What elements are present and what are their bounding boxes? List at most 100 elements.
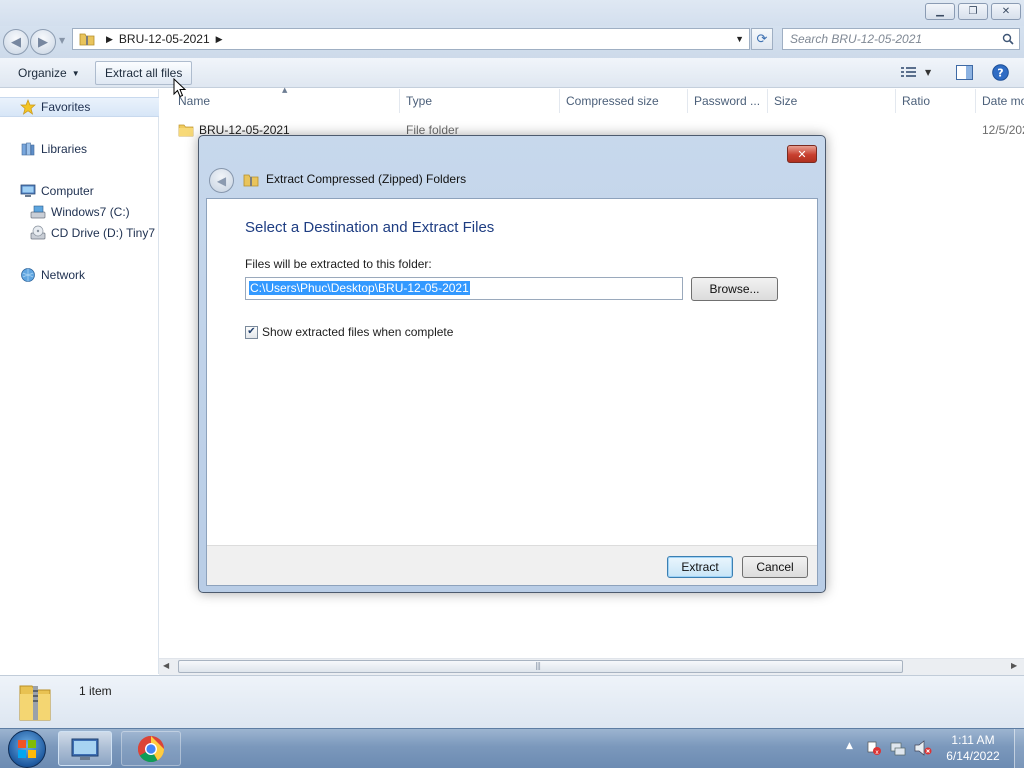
computer-icon <box>20 184 36 197</box>
zip-folder-icon <box>243 174 259 187</box>
libraries-icon <box>21 142 35 156</box>
show-hidden-icons-button[interactable]: ▲ <box>846 741 853 751</box>
close-icon: ✕ <box>1001 5 1011 17</box>
clock-time: 1:11 AM <box>951 733 995 747</box>
nav-drive-d-label: CD Drive (D:) Tiny7 <box>51 226 156 240</box>
taskbar-chrome-button[interactable] <box>121 731 181 766</box>
address-dropdown-icon[interactable]: ▼ <box>735 34 744 44</box>
column-header-ratio[interactable]: Ratio <box>896 89 976 113</box>
nav-drive-d[interactable]: CD Drive (D:) Tiny7 <box>0 223 159 243</box>
nav-network[interactable]: Network <box>0 265 159 285</box>
extract-label: Extract <box>681 560 719 574</box>
nav-libraries[interactable]: Libraries <box>0 139 159 159</box>
dialog-footer: Extract Cancel <box>207 545 817 585</box>
address-bar[interactable]: ▶ BRU-12-05-2021 ▶ ▼ <box>72 28 750 50</box>
search-input[interactable]: Search BRU-12-05-2021 <box>782 28 1020 50</box>
chrome-icon <box>137 735 165 762</box>
column-date-label: Date mo <box>982 94 1024 108</box>
back-button[interactable]: ◀ <box>3 29 29 55</box>
forward-arrow-icon: ▶ <box>38 34 48 50</box>
dialog-title: Extract Compressed (Zipped) Folders <box>266 172 467 186</box>
zip-folder-icon <box>19 685 51 721</box>
action-center-icon[interactable]: x <box>866 740 882 756</box>
refresh-button[interactable]: ⟳ <box>751 28 773 50</box>
window-title-bar: ▁ ❐ ✕ <box>0 0 1024 26</box>
dialog-close-button[interactable]: ✕ <box>787 145 817 163</box>
network-status-icon[interactable] <box>890 740 906 756</box>
svg-text:?: ? <box>997 67 1003 80</box>
refresh-icon: ⟳ <box>756 31 768 47</box>
scrollbar-thumb[interactable] <box>178 660 903 673</box>
taskbar: ▲ x 1:11 AM 6/14/2022 <box>0 728 1024 768</box>
nav-computer[interactable]: Computer <box>0 181 159 201</box>
nav-favorites[interactable]: Favorites <box>0 97 159 117</box>
scroll-right-arrow[interactable]: ▶ <box>1011 661 1017 670</box>
show-extracted-files-option[interactable]: ✔ Show extracted files when complete <box>245 325 453 339</box>
star-icon <box>20 99 36 115</box>
column-type-label: Type <box>406 94 433 108</box>
column-header-date-modified[interactable]: Date mo <box>976 89 1024 113</box>
address-row: ◀ ▶ ▼ ▶ BRU-12-05-2021 ▶ ▼ ⟳ Search BRU-… <box>0 26 1024 58</box>
volume-muted-icon[interactable] <box>914 740 932 756</box>
network-icon <box>21 268 35 282</box>
thumb-grip-icon: ||| <box>535 661 541 670</box>
destination-label: Files will be extracted to this folder: <box>245 257 432 271</box>
taskbar-explorer-button[interactable] <box>58 731 112 766</box>
organize-button[interactable]: Organize ▼ <box>9 61 89 85</box>
explorer-icon <box>71 738 99 760</box>
recent-pages-dropdown[interactable]: ▼ <box>59 36 65 45</box>
column-ratio-label: Ratio <box>902 94 931 108</box>
forward-button[interactable]: ▶ <box>30 29 56 55</box>
back-arrow-icon: ◀ <box>11 34 21 50</box>
hard-drive-icon <box>30 205 46 219</box>
clock-date: 6/14/2022 <box>946 749 1000 763</box>
clock[interactable]: 1:11 AM 6/14/2022 <box>936 732 1010 764</box>
svg-text:x: x <box>875 749 879 756</box>
breadcrumb-separator-icon: ▶ <box>106 33 113 44</box>
browse-label: Browse... <box>709 282 760 296</box>
item-count: 1 item <box>79 684 112 698</box>
breadcrumb-current[interactable]: BRU-12-05-2021 <box>119 32 210 46</box>
dialog-content: Select a Destination and Extract Files F… <box>206 198 818 586</box>
start-button[interactable] <box>8 730 46 768</box>
windows-start-icon <box>18 740 36 758</box>
destination-path-input[interactable]: C:\Users\Phuc\Desktop\BRU-12-05-2021 <box>245 277 683 300</box>
restore-button[interactable]: ❐ <box>958 3 988 20</box>
extract-all-label: Extract all files <box>105 66 183 80</box>
dialog-heading: Select a Destination and Extract Files <box>245 219 495 236</box>
column-header-size[interactable]: Size <box>768 89 896 113</box>
details-pane: 1 item <box>0 675 1024 728</box>
show-desktop-button[interactable] <box>1014 729 1024 768</box>
change-view-button[interactable]: ▼ <box>901 66 931 78</box>
sort-up-icon: ▲ <box>282 86 288 94</box>
dialog-back-button[interactable]: ◀ <box>209 168 234 193</box>
preview-pane-icon[interactable] <box>956 65 973 80</box>
column-password-label: Password ... <box>694 94 761 108</box>
folder-icon <box>178 124 194 137</box>
nav-favorites-label: Favorites <box>41 100 91 114</box>
extract-dialog: ✕ ◀ Extract Compressed (Zipped) Folders … <box>198 135 826 593</box>
search-icon[interactable] <box>1002 33 1014 45</box>
cancel-label: Cancel <box>756 560 794 574</box>
column-header-type[interactable]: Type <box>400 89 560 113</box>
view-list-icon <box>901 67 916 77</box>
help-icon[interactable]: ? <box>992 64 1009 81</box>
extract-button[interactable]: Extract <box>667 556 733 578</box>
nav-drive-c[interactable]: Windows7 (C:) <box>0 202 159 222</box>
column-compressed-label: Compressed size <box>566 94 659 108</box>
minimize-icon: ▁ <box>936 5 944 17</box>
navigation-pane: Favorites Libraries Computer Windows7 (C… <box>0 89 159 674</box>
close-icon: ✕ <box>797 147 807 161</box>
browse-button[interactable]: Browse... <box>691 277 778 301</box>
checkmark-icon: ✔ <box>247 326 256 337</box>
breadcrumb-separator-icon[interactable]: ▶ <box>216 34 223 45</box>
chevron-down-icon: ▼ <box>71 68 80 78</box>
nav-computer-label: Computer <box>41 184 94 198</box>
column-header-compressed-size[interactable]: Compressed size <box>560 89 688 113</box>
scroll-left-arrow[interactable]: ◀ <box>163 661 169 670</box>
close-window-button[interactable]: ✕ <box>991 3 1021 20</box>
cancel-button[interactable]: Cancel <box>742 556 808 578</box>
show-extracted-checkbox[interactable]: ✔ <box>245 325 258 339</box>
minimize-button[interactable]: ▁ <box>925 3 955 20</box>
column-header-password[interactable]: Password ... <box>688 89 768 113</box>
